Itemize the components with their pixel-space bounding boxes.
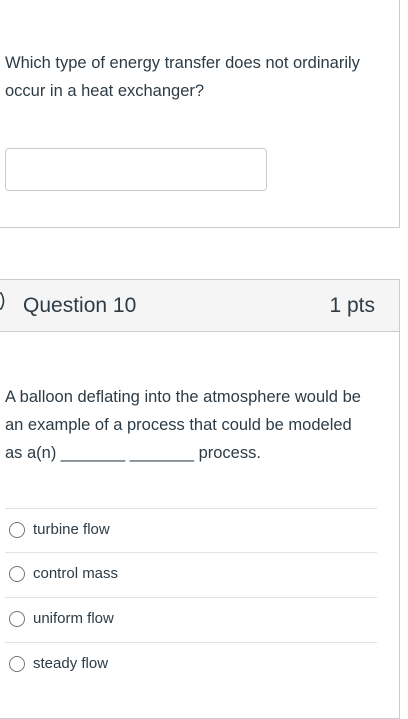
radio-button[interactable] <box>9 522 25 538</box>
radio-button[interactable] <box>9 656 25 672</box>
option-label[interactable]: turbine flow <box>33 520 110 540</box>
question-title: Question 10 <box>23 294 137 317</box>
question-points: 1 pts <box>329 294 375 317</box>
option-label[interactable]: uniform flow <box>33 609 114 629</box>
option-steady-flow[interactable]: steady flow <box>5 642 377 686</box>
question-header: Question 10 1 pts <box>0 280 399 332</box>
radio-button[interactable] <box>9 566 25 582</box>
question-10-card: Question 10 1 pts A balloon deflating in… <box>0 279 400 719</box>
radio-button[interactable] <box>9 611 25 627</box>
question-text: Which type of energy transfer does not o… <box>5 54 360 100</box>
option-uniform-flow[interactable]: uniform flow <box>5 597 377 642</box>
bookmark-flag-icon[interactable] <box>0 292 7 310</box>
previous-question-card: Which type of energy transfer does not o… <box>0 0 400 228</box>
option-turbine-flow[interactable]: turbine flow <box>5 508 377 552</box>
answer-options: turbine flow control mass uniform flow s… <box>5 508 377 686</box>
option-label[interactable]: control mass <box>33 564 118 584</box>
answer-input[interactable] <box>5 148 267 191</box>
option-label[interactable]: steady flow <box>33 654 108 674</box>
option-control-mass[interactable]: control mass <box>5 552 377 597</box>
question-text: A balloon deflating into the atmosphere … <box>5 388 361 462</box>
